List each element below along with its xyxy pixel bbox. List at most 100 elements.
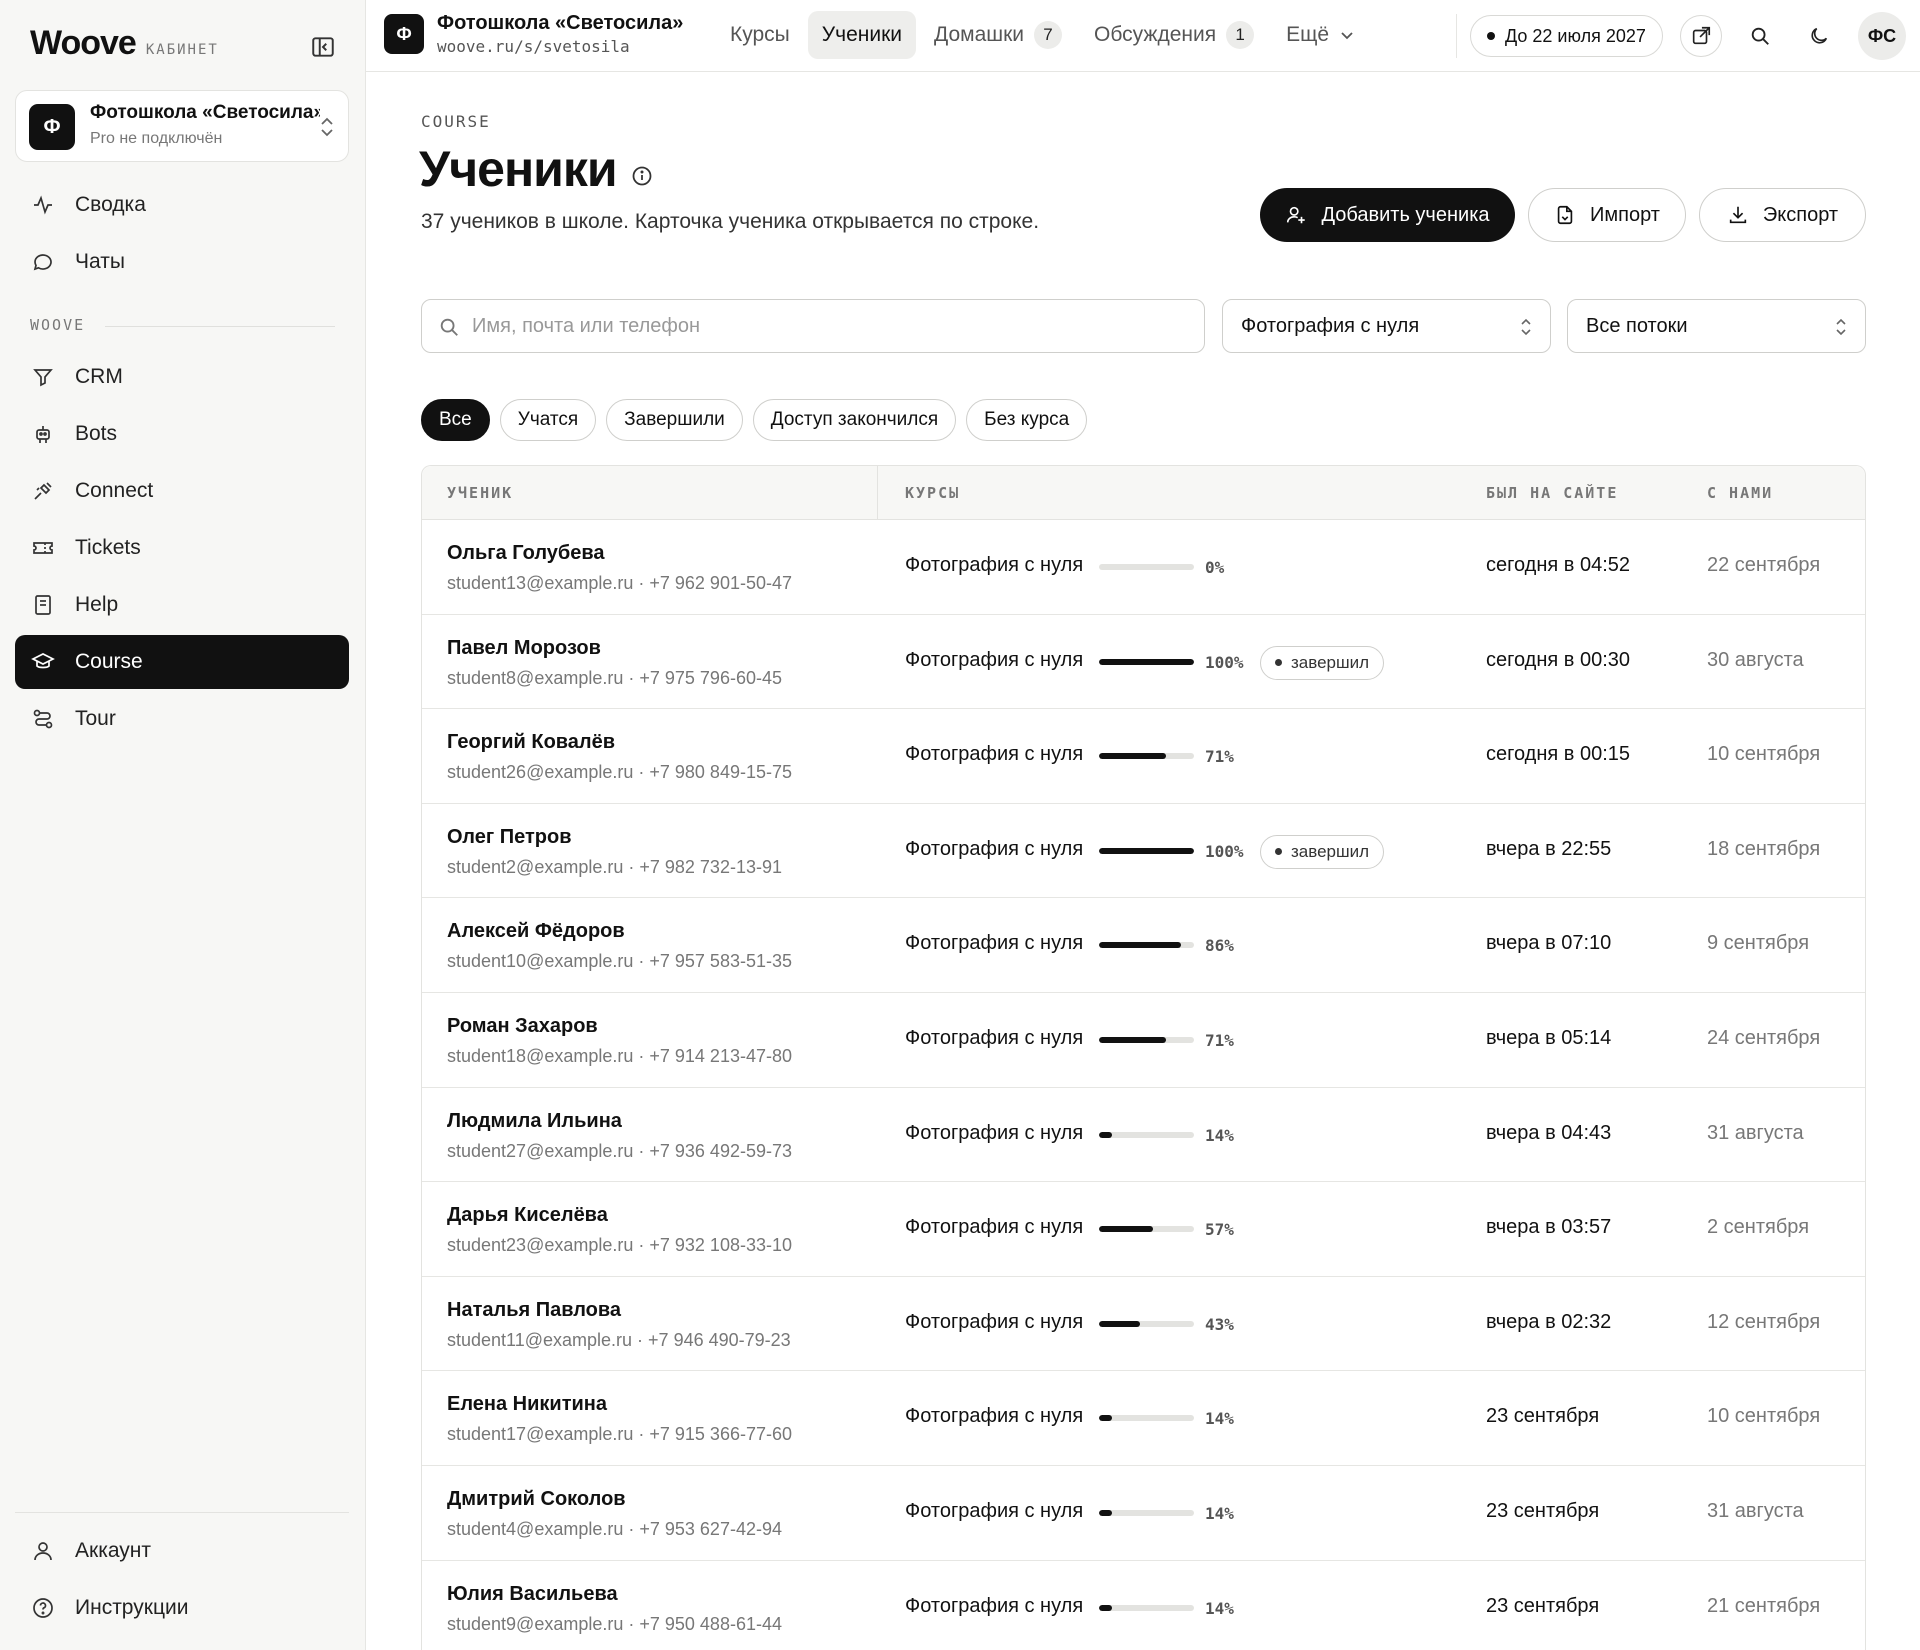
table-row[interactable]: Алексей Фёдоров student10@example.ru · +7… (422, 898, 1865, 993)
table-row[interactable]: Павел Морозов student8@example.ru · +7 97… (422, 615, 1865, 710)
column-header-student[interactable]: УЧЕНИК (447, 484, 513, 502)
school-url[interactable]: woove.ru/s/svetosila (437, 37, 630, 56)
table-row[interactable]: Дарья Киселёва student23@example.ru · +7 … (422, 1182, 1865, 1277)
last-seen: сегодня в 00:30 (1486, 648, 1630, 671)
student-contact: student9@example.ru · +7 950 488-61-44 (447, 1613, 782, 1634)
progress-bar (1099, 1415, 1194, 1422)
course-name: Фотография с нуля (905, 1405, 1084, 1428)
tab-ещё[interactable]: Ещё (1272, 11, 1369, 59)
search-icon (440, 318, 458, 336)
column-header-since[interactable]: С НАМИ (1707, 484, 1773, 502)
table-row[interactable]: Дмитрий Соколов student4@example.ru · +7 … (422, 1466, 1865, 1561)
sidebar-item-bots[interactable]: Bots (15, 407, 349, 461)
import-label: Импорт (1590, 203, 1660, 226)
sidebar-item-label: Инструкции (75, 1596, 189, 1619)
filter-chip[interactable]: Завершили (606, 399, 743, 441)
student-name: Георгий Ковалёв (447, 731, 616, 754)
open-site-button[interactable] (1680, 15, 1722, 57)
moon-icon (1811, 27, 1828, 44)
sidebar-item-label: Tickets (75, 536, 141, 559)
school-avatar[interactable]: Ф (384, 14, 424, 54)
progress-bar (1099, 1509, 1194, 1516)
student-search[interactable] (421, 299, 1205, 353)
filter-chip[interactable]: Все (421, 399, 490, 441)
tab-ученики[interactable]: Ученики (807, 11, 916, 59)
member-since: 31 августа (1707, 1499, 1804, 1522)
member-since: 22 сентября (1707, 554, 1821, 576)
external-link-icon (1692, 26, 1711, 45)
filter-chip[interactable]: Без курса (966, 399, 1088, 441)
column-divider (877, 466, 878, 520)
sidebar-item-tickets[interactable]: Tickets (15, 521, 349, 575)
progress-percent: 0% (1205, 558, 1225, 577)
sidebar-item-чаты[interactable]: Чаты (15, 235, 349, 289)
sidebar-item-label: Аккаунт (75, 1539, 152, 1562)
export-button[interactable]: Экспорт (1699, 188, 1866, 242)
user-avatar[interactable]: ФС (1858, 12, 1906, 60)
brand[interactable]: Woove КАБИНЕТ (30, 24, 219, 63)
course-name: Фотография с нуля (905, 1499, 1084, 1522)
student-contact: student23@example.ru · +7 932 108-33-10 (447, 1235, 792, 1256)
tab-курсы[interactable]: Курсы (716, 11, 804, 59)
table-row[interactable]: Наталья Павлова student11@example.ru · +7… (422, 1277, 1865, 1372)
student-name: Алексей Фёдоров (447, 920, 625, 943)
brand-logo: Woove (30, 24, 137, 62)
student-name: Юлия Васильева (447, 1582, 618, 1605)
progress-percent: 57% (1205, 1220, 1234, 1240)
school-name[interactable]: Фотошкола «Светосила» (437, 12, 683, 35)
sidebar-item-connect[interactable]: Connect (15, 464, 349, 518)
progress-bar-fill (1099, 1320, 1140, 1327)
table-row[interactable]: Людмила Ильина student27@example.ru · +7 … (422, 1088, 1865, 1183)
chevron-updown-icon (1521, 318, 1531, 336)
table-row[interactable]: Ольга Голубева student13@example.ru · +7 … (422, 520, 1865, 615)
column-header-last-seen[interactable]: БЫЛ НА САЙТЕ (1486, 484, 1618, 502)
student-name: Дарья Киселёва (447, 1204, 608, 1227)
student-contact: student17@example.ru · +7 915 366-77-60 (447, 1424, 792, 1445)
import-button[interactable]: Импорт (1528, 188, 1686, 242)
sidebar-item-label: Course (75, 650, 143, 673)
download-icon (1729, 206, 1747, 224)
completed-label: завершил (1291, 652, 1370, 672)
filter-chip[interactable]: Учатся (499, 399, 597, 441)
org-switcher[interactable]: Ф Фотошкола «Светосила» Pro не подключён (15, 90, 349, 162)
tab-обсуждения[interactable]: Обсуждения 1 (1080, 11, 1268, 59)
sidebar-item-инструкции[interactable]: Инструкции (15, 1581, 349, 1635)
access-until-badge[interactable]: До 22 июля 2027 (1470, 15, 1663, 57)
theme-toggle-button[interactable] (1798, 15, 1840, 57)
top-tabs: Курсы Ученики Домашки 7 Обсуждения 1 Ещё (716, 11, 1369, 59)
sidebar-item-аккаунт[interactable]: Аккаунт (15, 1524, 349, 1578)
table-row[interactable]: Георгий Ковалёв student26@example.ru · +7… (422, 709, 1865, 804)
info-icon[interactable] (630, 164, 654, 188)
sidebar-item-сводка[interactable]: Сводка (15, 178, 349, 232)
last-seen: 23 сентября (1486, 1405, 1600, 1428)
sidebar-item-tour[interactable]: Tour (15, 692, 349, 746)
course-name: Фотография с нуля (905, 1310, 1084, 1333)
stream-filter-select[interactable]: Все потоки (1567, 299, 1866, 353)
member-since: 10 сентября (1707, 743, 1821, 766)
table-row[interactable]: Олег Петров student2@example.ru · +7 982 … (422, 804, 1865, 899)
sidebar-item-help[interactable]: Help (15, 578, 349, 632)
course-filter-select[interactable]: Фотография с нуля (1222, 299, 1551, 353)
progress-bar-fill (1099, 753, 1167, 760)
tab-label: Домашки (934, 23, 1025, 46)
search-button[interactable] (1739, 15, 1781, 57)
graduation-cap-icon (31, 653, 55, 669)
progress-percent: 71% (1205, 1030, 1234, 1050)
column-header-courses[interactable]: КУРСЫ (905, 484, 960, 502)
search-input[interactable] (472, 300, 1192, 352)
progress-bar-fill (1099, 658, 1194, 665)
tab-домашки[interactable]: Домашки 7 (920, 11, 1076, 59)
table-row[interactable]: Елена Никитина student17@example.ru · +7 … (422, 1371, 1865, 1466)
sidebar-collapse-icon[interactable] (310, 34, 336, 60)
table-row[interactable]: Юлия Васильева student9@example.ru · +7 9… (422, 1561, 1865, 1650)
plug-icon (34, 482, 52, 500)
sidebar-item-crm[interactable]: CRM (15, 350, 349, 404)
table-row[interactable]: Роман Захаров student18@example.ru · +7 9… (422, 993, 1865, 1088)
filter-chip[interactable]: Доступ закончился (752, 399, 957, 441)
progress-bar-fill (1099, 1036, 1167, 1043)
member-since: 21 сентября (1707, 1594, 1821, 1617)
sidebar-item-course[interactable]: Course (15, 635, 349, 689)
progress-percent: 14% (1205, 1409, 1234, 1429)
last-seen: 23 сентября (1486, 1594, 1600, 1617)
add-student-button[interactable]: Добавить ученика (1260, 188, 1515, 242)
